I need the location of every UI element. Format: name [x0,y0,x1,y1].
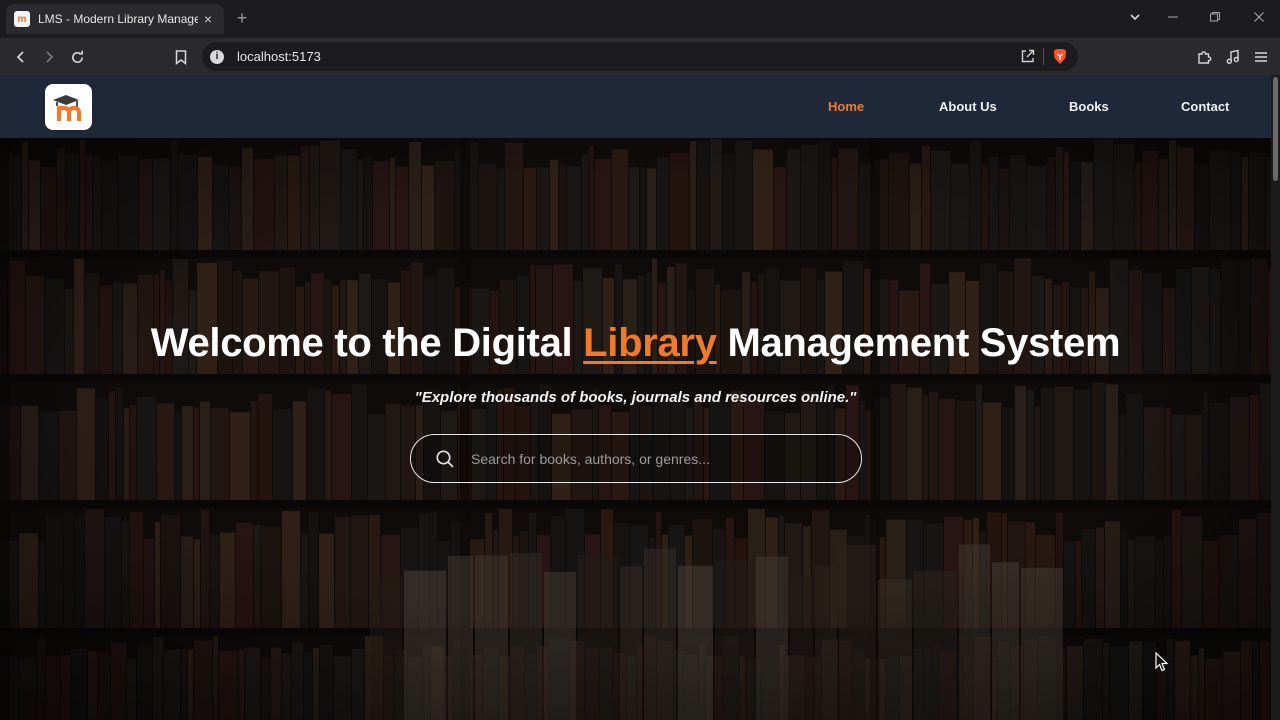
mouse-cursor-icon [1155,652,1169,672]
page-viewport: Home About Us Books Contact Welcome to t… [0,75,1280,720]
graduation-cap-logo-icon [52,95,81,121]
nav-home[interactable]: Home [828,99,864,114]
nav-books[interactable]: Books [1069,99,1109,114]
bookmark-icon[interactable] [170,46,192,68]
nav-about-us[interactable]: About Us [939,99,997,114]
hero-section: Welcome to the Digital Library Managemen… [0,138,1271,720]
extensions-puzzle-icon[interactable] [1193,46,1215,68]
url-text[interactable]: localhost:5173 [237,49,321,64]
page-scrollbar[interactable] [1271,75,1280,720]
new-tab-button[interactable]: + [232,8,252,28]
hero-subtitle: "Explore thousands of books, journals an… [414,389,857,406]
restore-window-button[interactable] [1203,8,1227,28]
site-logo[interactable] [45,84,92,130]
search-box[interactable] [410,434,862,483]
media-music-icon[interactable] [1222,46,1244,68]
tab-title: LMS - Modern Library Management [38,12,198,26]
address-bar-divider [1043,48,1044,65]
browser-toolbar: i localhost:5173 [0,38,1280,75]
browser-tab-active[interactable]: m LMS - Modern Library Management × [6,4,224,34]
browser-menu-icon[interactable] [1250,46,1272,68]
nav-contact[interactable]: Contact [1181,99,1229,114]
site-navbar: Home About Us Books Contact [0,75,1271,138]
browser-tab-strip: m LMS - Modern Library Management × + [0,0,1280,38]
search-input[interactable] [471,450,861,467]
reload-icon[interactable] [66,46,88,68]
tab-close-icon[interactable]: × [200,11,216,27]
search-icon [435,449,455,469]
forward-arrow-icon[interactable] [38,46,60,68]
hero-title: Welcome to the Digital Library Managemen… [0,321,1271,366]
scrollbar-thumb[interactable] [1273,77,1278,181]
brave-shields-icon[interactable] [1052,48,1068,70]
back-arrow-icon[interactable] [10,46,32,68]
address-bar[interactable]: i localhost:5173 [202,42,1078,71]
hero-dark-overlay [0,138,1271,720]
close-window-button[interactable] [1247,8,1271,28]
tab-search-dropdown-icon[interactable] [1123,8,1147,28]
hero-title-prefix: Welcome to the Digital [150,321,584,365]
hero-title-accent: Library [583,321,717,365]
site-favicon-icon: m [14,11,30,27]
share-icon[interactable] [1020,48,1036,69]
minimize-window-button[interactable] [1161,8,1185,28]
site-info-icon[interactable]: i [210,49,224,64]
hero-title-suffix: Management System [716,321,1121,365]
